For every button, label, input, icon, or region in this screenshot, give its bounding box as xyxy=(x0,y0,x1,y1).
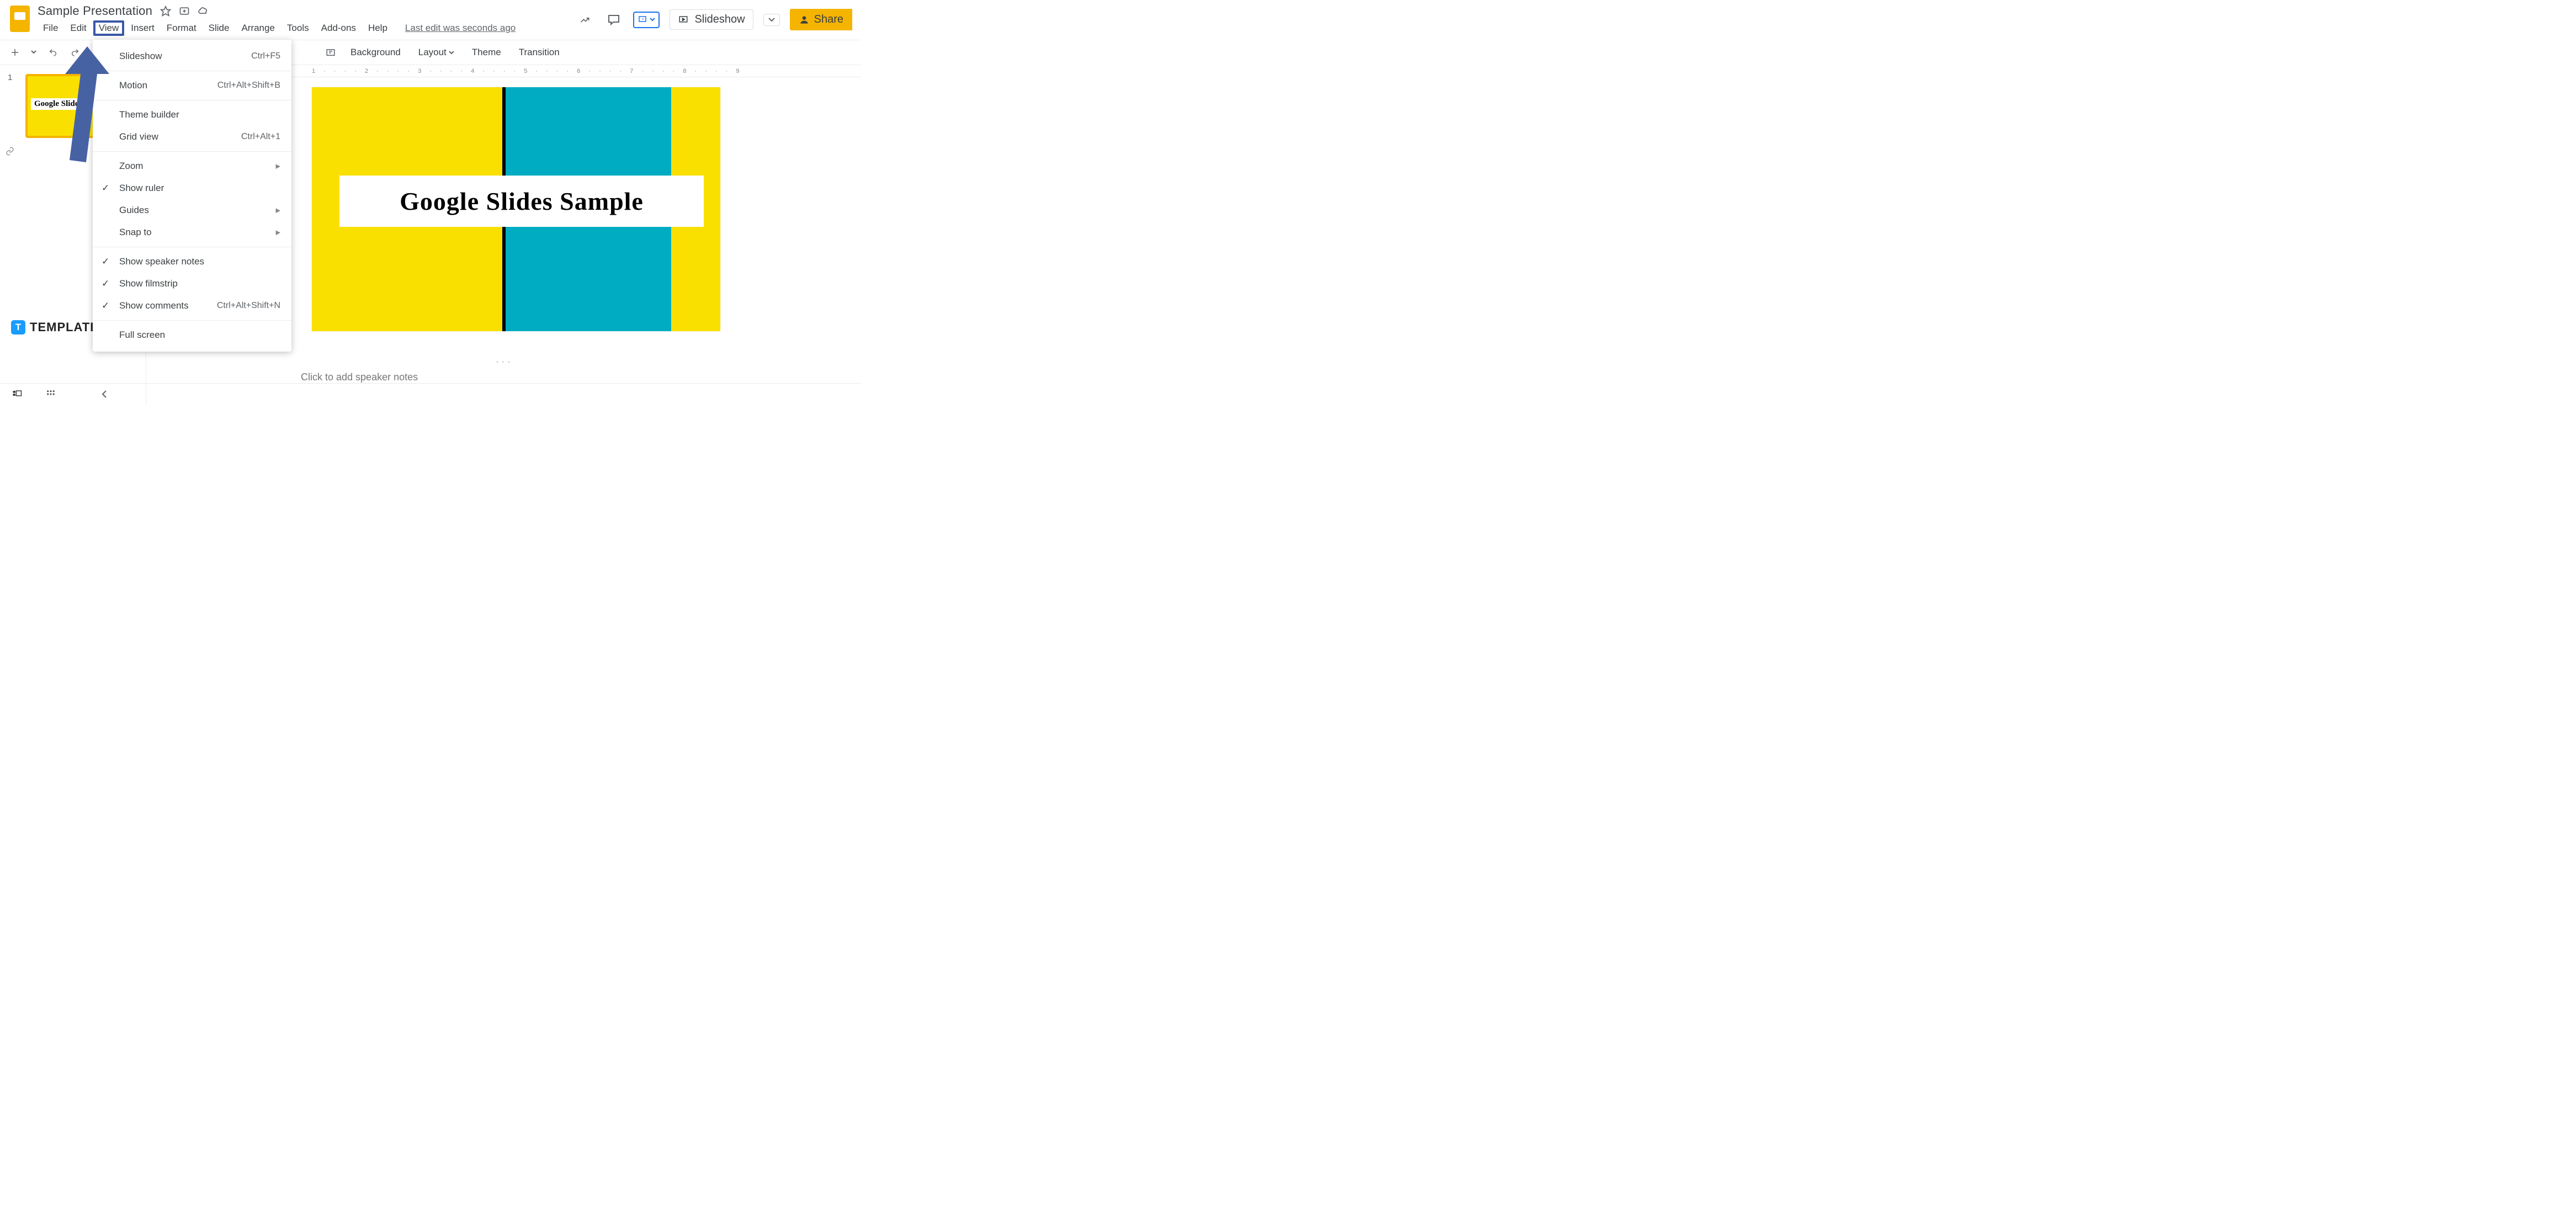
filmstrip-view-icon[interactable] xyxy=(11,389,23,399)
slide-number: 1 xyxy=(8,73,12,82)
slideshow-button[interactable]: Slideshow xyxy=(670,9,753,30)
menu-grid-view[interactable]: Grid viewCtrl+Alt+1 xyxy=(93,126,291,148)
last-edit-link[interactable]: Last edit was seconds ago xyxy=(405,23,516,34)
view-dropdown-menu: SlideshowCtrl+F5 MotionCtrl+Alt+Shift+B … xyxy=(93,40,291,352)
document-title[interactable]: Sample Presentation xyxy=(38,4,152,18)
undo-button[interactable] xyxy=(43,46,63,59)
move-icon[interactable] xyxy=(179,6,190,17)
share-button[interactable]: Share xyxy=(790,9,852,30)
slide-canvas[interactable]: Google Slides Sample xyxy=(312,87,720,331)
slideshow-dropdown[interactable] xyxy=(763,14,780,26)
share-label: Share xyxy=(814,13,843,26)
menu-tools[interactable]: Tools xyxy=(281,20,315,36)
menu-addons[interactable]: Add-ons xyxy=(316,20,362,36)
menu-zoom[interactable]: Zoom▸ xyxy=(93,155,291,177)
transition-button[interactable]: Transition xyxy=(511,45,567,60)
cloud-icon[interactable] xyxy=(198,6,209,17)
menu-theme-builder[interactable]: Theme builder xyxy=(93,104,291,126)
comments-icon[interactable] xyxy=(604,10,623,29)
notes-resize-handle[interactable]: • • • xyxy=(496,359,511,365)
menu-slideshow[interactable]: SlideshowCtrl+F5 xyxy=(93,45,291,67)
redo-button[interactable] xyxy=(65,46,85,59)
menu-insert[interactable]: Insert xyxy=(125,20,160,36)
slides-logo[interactable] xyxy=(10,6,32,35)
grid-view-icon[interactable] xyxy=(45,389,56,399)
menu-show-comments[interactable]: ✓Show commentsCtrl+Alt+Shift+N xyxy=(93,295,291,317)
menu-help[interactable]: Help xyxy=(363,20,393,36)
menu-arrange[interactable]: Arrange xyxy=(236,20,280,36)
collapse-icon[interactable] xyxy=(100,390,108,399)
slide-title-text[interactable]: Google Slides Sample xyxy=(339,176,704,227)
trend-icon[interactable] xyxy=(576,10,594,29)
header-actions: Slideshow Share xyxy=(576,9,856,30)
slideshow-label: Slideshow xyxy=(694,13,745,26)
thumb-title: Google Slides xyxy=(31,98,85,110)
menu-show-speaker-notes[interactable]: ✓Show speaker notes xyxy=(93,251,291,273)
star-icon[interactable] xyxy=(160,6,171,17)
menu-edit[interactable]: Edit xyxy=(65,20,92,36)
textbox-icon[interactable] xyxy=(321,45,341,60)
menu-show-ruler[interactable]: ✓Show ruler xyxy=(93,177,291,199)
background-button[interactable]: Background xyxy=(343,45,408,60)
new-slide-button[interactable] xyxy=(6,45,24,60)
speaker-notes-placeholder[interactable]: Click to add speaker notes xyxy=(301,372,418,383)
menu-guides[interactable]: Guides▸ xyxy=(93,199,291,221)
link-icon[interactable] xyxy=(6,147,14,156)
menu-bar: File Edit View Insert Format Slide Arran… xyxy=(38,20,576,36)
menu-motion[interactable]: MotionCtrl+Alt+Shift+B xyxy=(93,75,291,97)
layout-button[interactable]: Layout xyxy=(411,45,462,60)
header-bar: Sample Presentation File Edit View Inser… xyxy=(0,0,861,40)
theme-button[interactable]: Theme xyxy=(464,45,509,60)
present-button[interactable] xyxy=(633,12,660,28)
menu-full-screen[interactable]: Full screen xyxy=(93,324,291,346)
menu-file[interactable]: File xyxy=(38,20,63,36)
title-area: Sample Presentation File Edit View Inser… xyxy=(38,2,576,36)
watermark-badge: T xyxy=(11,320,25,335)
menu-slide[interactable]: Slide xyxy=(203,20,235,36)
bottom-bar xyxy=(0,383,861,404)
menu-show-filmstrip[interactable]: ✓Show filmstrip xyxy=(93,273,291,295)
menu-view[interactable]: View xyxy=(93,20,125,36)
menu-snap-to[interactable]: Snap to▸ xyxy=(93,221,291,243)
new-slide-dropdown[interactable] xyxy=(26,48,41,57)
menu-format[interactable]: Format xyxy=(161,20,202,36)
